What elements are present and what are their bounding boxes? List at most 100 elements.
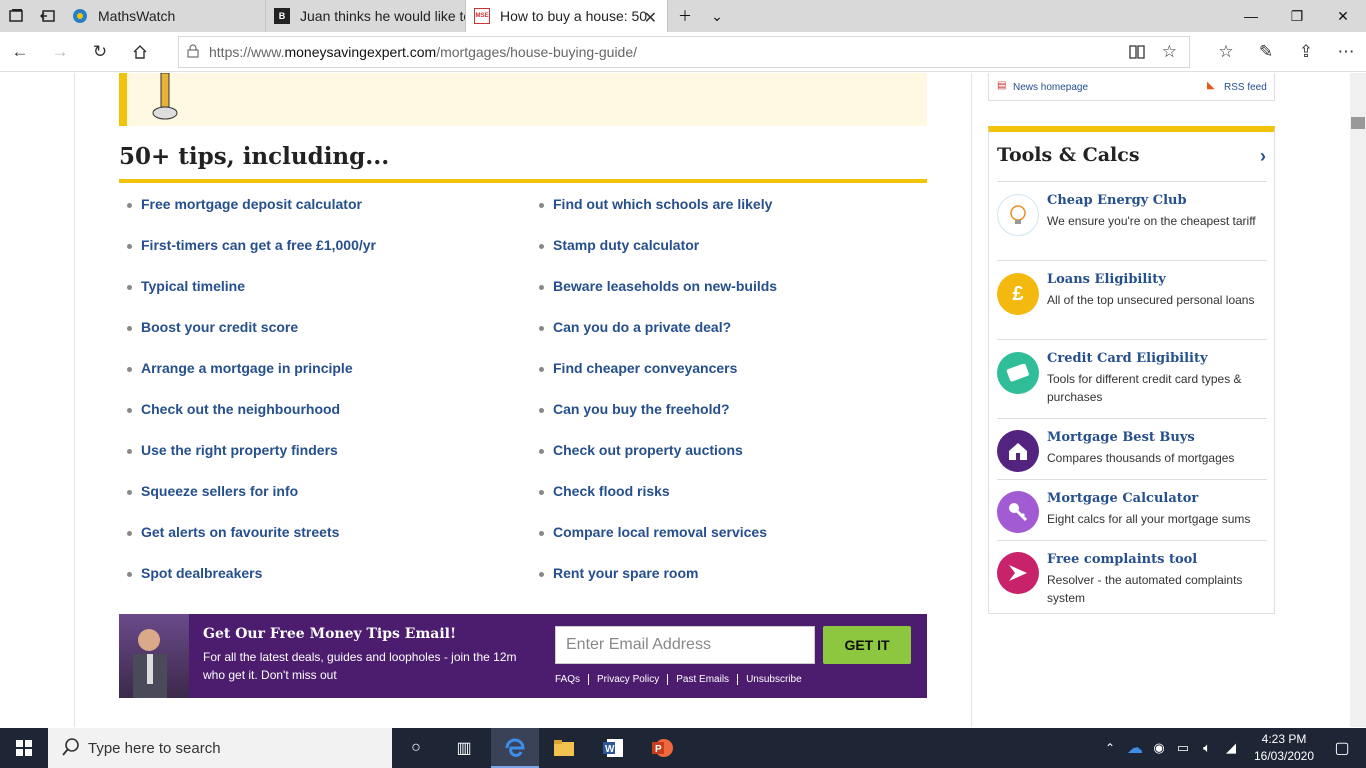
email-address-input[interactable]: Enter Email Address: [555, 626, 815, 664]
chevron-up-icon[interactable]: ⌃: [1096, 728, 1124, 768]
get-it-button[interactable]: GET IT: [823, 626, 911, 664]
network-warning-icon[interactable]: ◉: [1146, 728, 1172, 768]
tip-link[interactable]: Find out which schools are likely: [538, 196, 772, 212]
close-tab-icon[interactable]: ✕: [644, 8, 657, 28]
tools-title[interactable]: Tools & Calcs: [997, 144, 1140, 166]
tool-name[interactable]: Credit Card Eligibility: [1047, 351, 1208, 366]
tool-mortgage-best-buys[interactable]: Mortgage Best Buys Compares thousands of…: [997, 419, 1267, 480]
browser-navigation-bar: ← → ↻ https://www. moneysavingexpert.com /…: [0, 32, 1366, 72]
tip-link[interactable]: Get alerts on favourite streets: [126, 524, 339, 540]
tip-link[interactable]: Stamp duty calculator: [538, 237, 699, 253]
notifications-icon[interactable]: ▢: [1318, 728, 1366, 768]
vertical-scrollbar[interactable]: [1350, 73, 1366, 727]
news-homepage-link[interactable]: News homepage: [1013, 82, 1088, 93]
refresh-icon[interactable]: ↻: [80, 32, 120, 72]
news-links-bar: ▤ News homepage ◣ RSS feed: [988, 73, 1275, 101]
tip-link[interactable]: Find cheaper conveyancers: [538, 360, 737, 376]
wifi-icon[interactable]: ◢: [1218, 728, 1244, 768]
url-prefix: https://www.: [209, 44, 285, 60]
unsubscribe-link[interactable]: Unsubscribe: [738, 674, 810, 685]
presenter-photo: [119, 614, 189, 698]
tip-link[interactable]: Can you buy the freehold?: [539, 401, 730, 417]
cortana-icon[interactable]: ○: [392, 728, 440, 768]
scrollbar-thumb[interactable]: [1351, 117, 1365, 129]
tab-how-to-buy-a-house[interactable]: MSE How to buy a house: 50 ✕: [466, 0, 668, 32]
forward-arrow-icon[interactable]: →: [40, 32, 80, 72]
svg-text:P: P: [655, 744, 662, 755]
tip-link[interactable]: Check out property auctions: [539, 442, 743, 458]
email-footer-links: FAQs Privacy Policy Past Emails Unsubscr…: [555, 674, 810, 685]
volume-icon[interactable]: 🔈︎: [1194, 728, 1220, 768]
tip-link[interactable]: Check out the neighbourhood: [126, 401, 340, 417]
favorite-star-icon[interactable]: ☆: [1162, 42, 1177, 62]
word-icon[interactable]: W: [589, 728, 637, 768]
email-signup-description: For all the latest deals, guides and loo…: [203, 650, 517, 682]
tool-name[interactable]: Cheap Energy Club: [1047, 193, 1187, 208]
reading-view-icon[interactable]: [1129, 44, 1145, 63]
tip-link[interactable]: Typical timeline: [127, 278, 245, 294]
clock-date: 16/03/2020: [1253, 749, 1315, 763]
rss-feed-link[interactable]: RSS feed: [1224, 82, 1267, 93]
tab-actions-icon[interactable]: [0, 0, 32, 32]
main-content-column: 50+ tips, including... Free mortgage dep…: [74, 73, 972, 727]
task-view-icon[interactable]: ▥: [440, 728, 488, 768]
tip-link[interactable]: First-timers can get a free £1,000/yr: [126, 237, 376, 253]
pen-notes-icon[interactable]: ✎: [1246, 32, 1286, 72]
powerpoint-icon[interactable]: P: [638, 728, 686, 768]
edge-browser-icon[interactable]: [491, 728, 539, 768]
tip-link[interactable]: Free mortgage deposit calculator: [127, 196, 362, 212]
tool-desc: Resolver - the automated complaints syst…: [1047, 573, 1243, 605]
tools-and-calcs-panel: Tools & Calcs › Cheap Energy Club We ens…: [988, 126, 1275, 614]
minimize-window-button[interactable]: —: [1228, 0, 1274, 32]
tool-name[interactable]: Mortgage Calculator: [1047, 491, 1198, 506]
tool-name[interactable]: Mortgage Best Buys: [1047, 430, 1195, 445]
tip-link[interactable]: Can you do a private deal?: [538, 319, 731, 335]
tip-link[interactable]: Boost your credit score: [126, 319, 298, 335]
bold-b-favicon-icon: B: [274, 8, 290, 24]
tip-link[interactable]: Use the right property finders: [127, 442, 338, 458]
home-icon[interactable]: [120, 32, 160, 72]
tip-link[interactable]: Rent your spare room: [538, 565, 698, 581]
news-page-icon: ▤: [997, 80, 1007, 91]
battery-icon[interactable]: ▭: [1170, 728, 1196, 768]
taskbar-search-box[interactable]: Type here to search: [48, 728, 392, 768]
chevron-down-icon[interactable]: ⌄: [694, 0, 740, 32]
back-arrow-icon[interactable]: ←: [0, 32, 40, 72]
tool-credit-card-eligibility[interactable]: Credit Card Eligibility Tools for differ…: [997, 340, 1267, 419]
tool-desc: All of the top unsecured personal loans: [1047, 293, 1255, 307]
tool-mortgage-calculator[interactable]: Mortgage Calculator Eight calcs for all …: [997, 480, 1267, 541]
onedrive-cloud-icon[interactable]: ☁: [1122, 728, 1148, 768]
set-aside-tabs-icon[interactable]: [32, 0, 64, 32]
tip-link[interactable]: Spot dealbreakers: [126, 565, 262, 581]
tool-desc: Tools for different credit card types & …: [1047, 372, 1242, 404]
tips-divider: [119, 179, 927, 183]
privacy-policy-link[interactable]: Privacy Policy: [589, 674, 669, 685]
tab-juan-question[interactable]: B Juan thinks he would like to: [266, 0, 466, 32]
faqs-link[interactable]: FAQs: [555, 674, 590, 685]
cartoon-figure-illustration: [152, 73, 178, 120]
favorites-list-icon[interactable]: ☆: [1206, 32, 1246, 72]
tip-link[interactable]: Beware leaseholds on new-builds: [538, 278, 777, 294]
past-emails-link[interactable]: Past Emails: [668, 674, 739, 685]
tip-link[interactable]: Compare local removal services: [538, 524, 767, 540]
tab-mathswatch[interactable]: MathsWatch: [64, 0, 266, 32]
file-explorer-icon[interactable]: [540, 728, 588, 768]
tip-link[interactable]: Check flood risks: [539, 483, 670, 499]
restore-window-button[interactable]: ❐: [1274, 0, 1320, 32]
share-icon[interactable]: ⇪: [1286, 32, 1326, 72]
tool-name[interactable]: Loans Eligibility: [1047, 272, 1166, 287]
tip-link[interactable]: Arrange a mortgage in principle: [127, 360, 353, 376]
address-bar[interactable]: https://www. moneysavingexpert.com/mortga…: [178, 36, 1190, 68]
more-menu-icon[interactable]: ⋯: [1326, 32, 1366, 72]
close-window-button[interactable]: ✕: [1320, 0, 1366, 32]
web-page: 50+ tips, including... Free mortgage dep…: [0, 73, 1350, 727]
tool-cheap-energy-club[interactable]: Cheap Energy Club We ensure you're on th…: [997, 182, 1267, 261]
tool-name[interactable]: Free complaints tool: [1047, 552, 1197, 567]
chevron-right-icon[interactable]: ›: [1260, 146, 1266, 167]
tool-loans-eligibility[interactable]: £ Loans Eligibility All of the top unsec…: [997, 261, 1267, 340]
system-clock[interactable]: 4:23 PM 16/03/2020: [1246, 731, 1322, 765]
windows-start-icon[interactable]: [0, 728, 48, 768]
tool-free-complaints[interactable]: Free complaints tool Resolver - the auto…: [997, 541, 1267, 613]
browser-tab-bar: MathsWatch B Juan thinks he would like t…: [0, 0, 1366, 32]
tip-link[interactable]: Squeeze sellers for info: [126, 483, 298, 499]
